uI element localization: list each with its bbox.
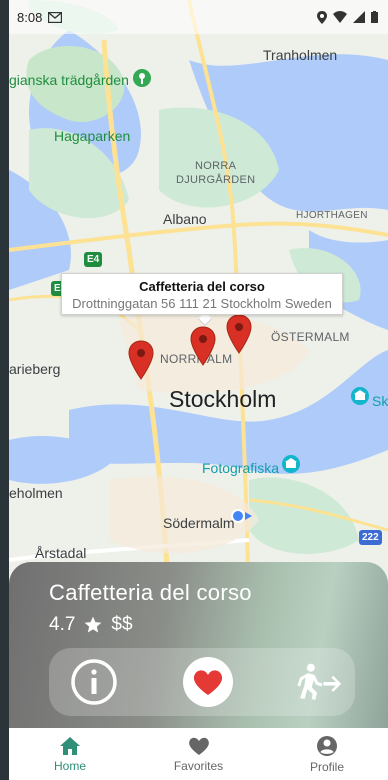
signal-icon bbox=[353, 11, 365, 23]
map-label-tranholmen: Tranholmen bbox=[263, 47, 338, 63]
info-button[interactable] bbox=[69, 657, 119, 707]
status-bar: 8:08 bbox=[9, 0, 388, 34]
place-rating: 4.7 bbox=[49, 614, 76, 635]
map-info-window[interactable]: Caffetteria del corso Drottninggatan 56 … bbox=[61, 273, 343, 315]
map-label-holmen: eholmen bbox=[9, 485, 63, 501]
museum-poi-icon bbox=[351, 387, 369, 405]
map-view[interactable]: Tranholmen gianska trädgården Hagaparken… bbox=[9, 0, 388, 600]
directions-button[interactable] bbox=[293, 657, 343, 707]
map-pin-icon[interactable] bbox=[128, 340, 154, 380]
museum-poi-icon bbox=[282, 455, 300, 473]
nav-home[interactable]: Home bbox=[25, 728, 115, 780]
bottom-navigation: Home Favorites Profile bbox=[9, 728, 388, 780]
map-label-albano: Albano bbox=[163, 211, 207, 227]
route-badge-e4: E4 bbox=[84, 252, 103, 267]
map-label-arstadal: Årstadal bbox=[35, 545, 87, 561]
map-label-sk: Sk bbox=[372, 393, 388, 409]
map-label-ostermalm: ÖSTERMALM bbox=[271, 330, 350, 344]
info-window-address: Drottninggatan 56 111 21 Stockholm Swede… bbox=[72, 296, 332, 311]
status-time: 8:08 bbox=[17, 9, 43, 25]
heart-icon bbox=[188, 737, 209, 755]
app-screen: Tranholmen gianska trädgården Hagaparken… bbox=[9, 0, 388, 780]
account-icon bbox=[317, 735, 337, 756]
map-label-hjorthagen: HJORTHAGEN bbox=[296, 210, 368, 221]
place-price: $$ bbox=[111, 614, 133, 635]
nav-profile[interactable]: Profile bbox=[282, 728, 372, 780]
map-label-kungsholmen: arieberg bbox=[9, 361, 61, 377]
route-badge-222: 222 bbox=[359, 530, 382, 545]
map-label-stockholm: Stockholm bbox=[169, 386, 277, 412]
star-icon bbox=[85, 616, 102, 633]
exit-walk-icon bbox=[297, 663, 342, 700]
location-icon bbox=[317, 10, 327, 24]
mail-icon bbox=[48, 11, 63, 23]
nav-favorites-label: Favorites bbox=[173, 758, 224, 773]
map-label-garden: gianska trädgården bbox=[9, 72, 129, 88]
map-label-norra-2: DJURGÅRDEN bbox=[176, 174, 256, 186]
nav-profile-label: Profile bbox=[309, 759, 344, 774]
heart-icon bbox=[183, 657, 233, 707]
nav-home-label: Home bbox=[53, 758, 86, 773]
map-pin-icon[interactable] bbox=[226, 314, 252, 354]
park-poi-icon bbox=[133, 69, 151, 87]
map-label-hagaparken: Hagaparken bbox=[54, 128, 131, 144]
place-rating-row: 4.7 $$ bbox=[49, 614, 133, 636]
info-icon bbox=[71, 659, 117, 705]
map-label-sodermalm: Södermalm bbox=[163, 515, 235, 531]
wifi-icon bbox=[333, 11, 347, 23]
action-bar bbox=[49, 648, 355, 716]
favorite-button[interactable] bbox=[183, 657, 233, 707]
map-label-fotografiska: Fotografiska bbox=[202, 460, 280, 476]
my-location-icon bbox=[231, 509, 252, 523]
place-card[interactable]: Caffetteria del corso 4.7 $$ bbox=[9, 562, 388, 728]
battery-icon bbox=[371, 11, 378, 23]
info-window-title: Caffetteria del corso bbox=[139, 279, 265, 294]
map-pin-icon[interactable] bbox=[190, 326, 216, 366]
nav-favorites[interactable]: Favorites bbox=[154, 728, 244, 780]
map-label-norra-1: NORRA bbox=[195, 160, 237, 172]
home-icon bbox=[60, 736, 80, 755]
place-title: Caffetteria del corso bbox=[49, 580, 252, 605]
